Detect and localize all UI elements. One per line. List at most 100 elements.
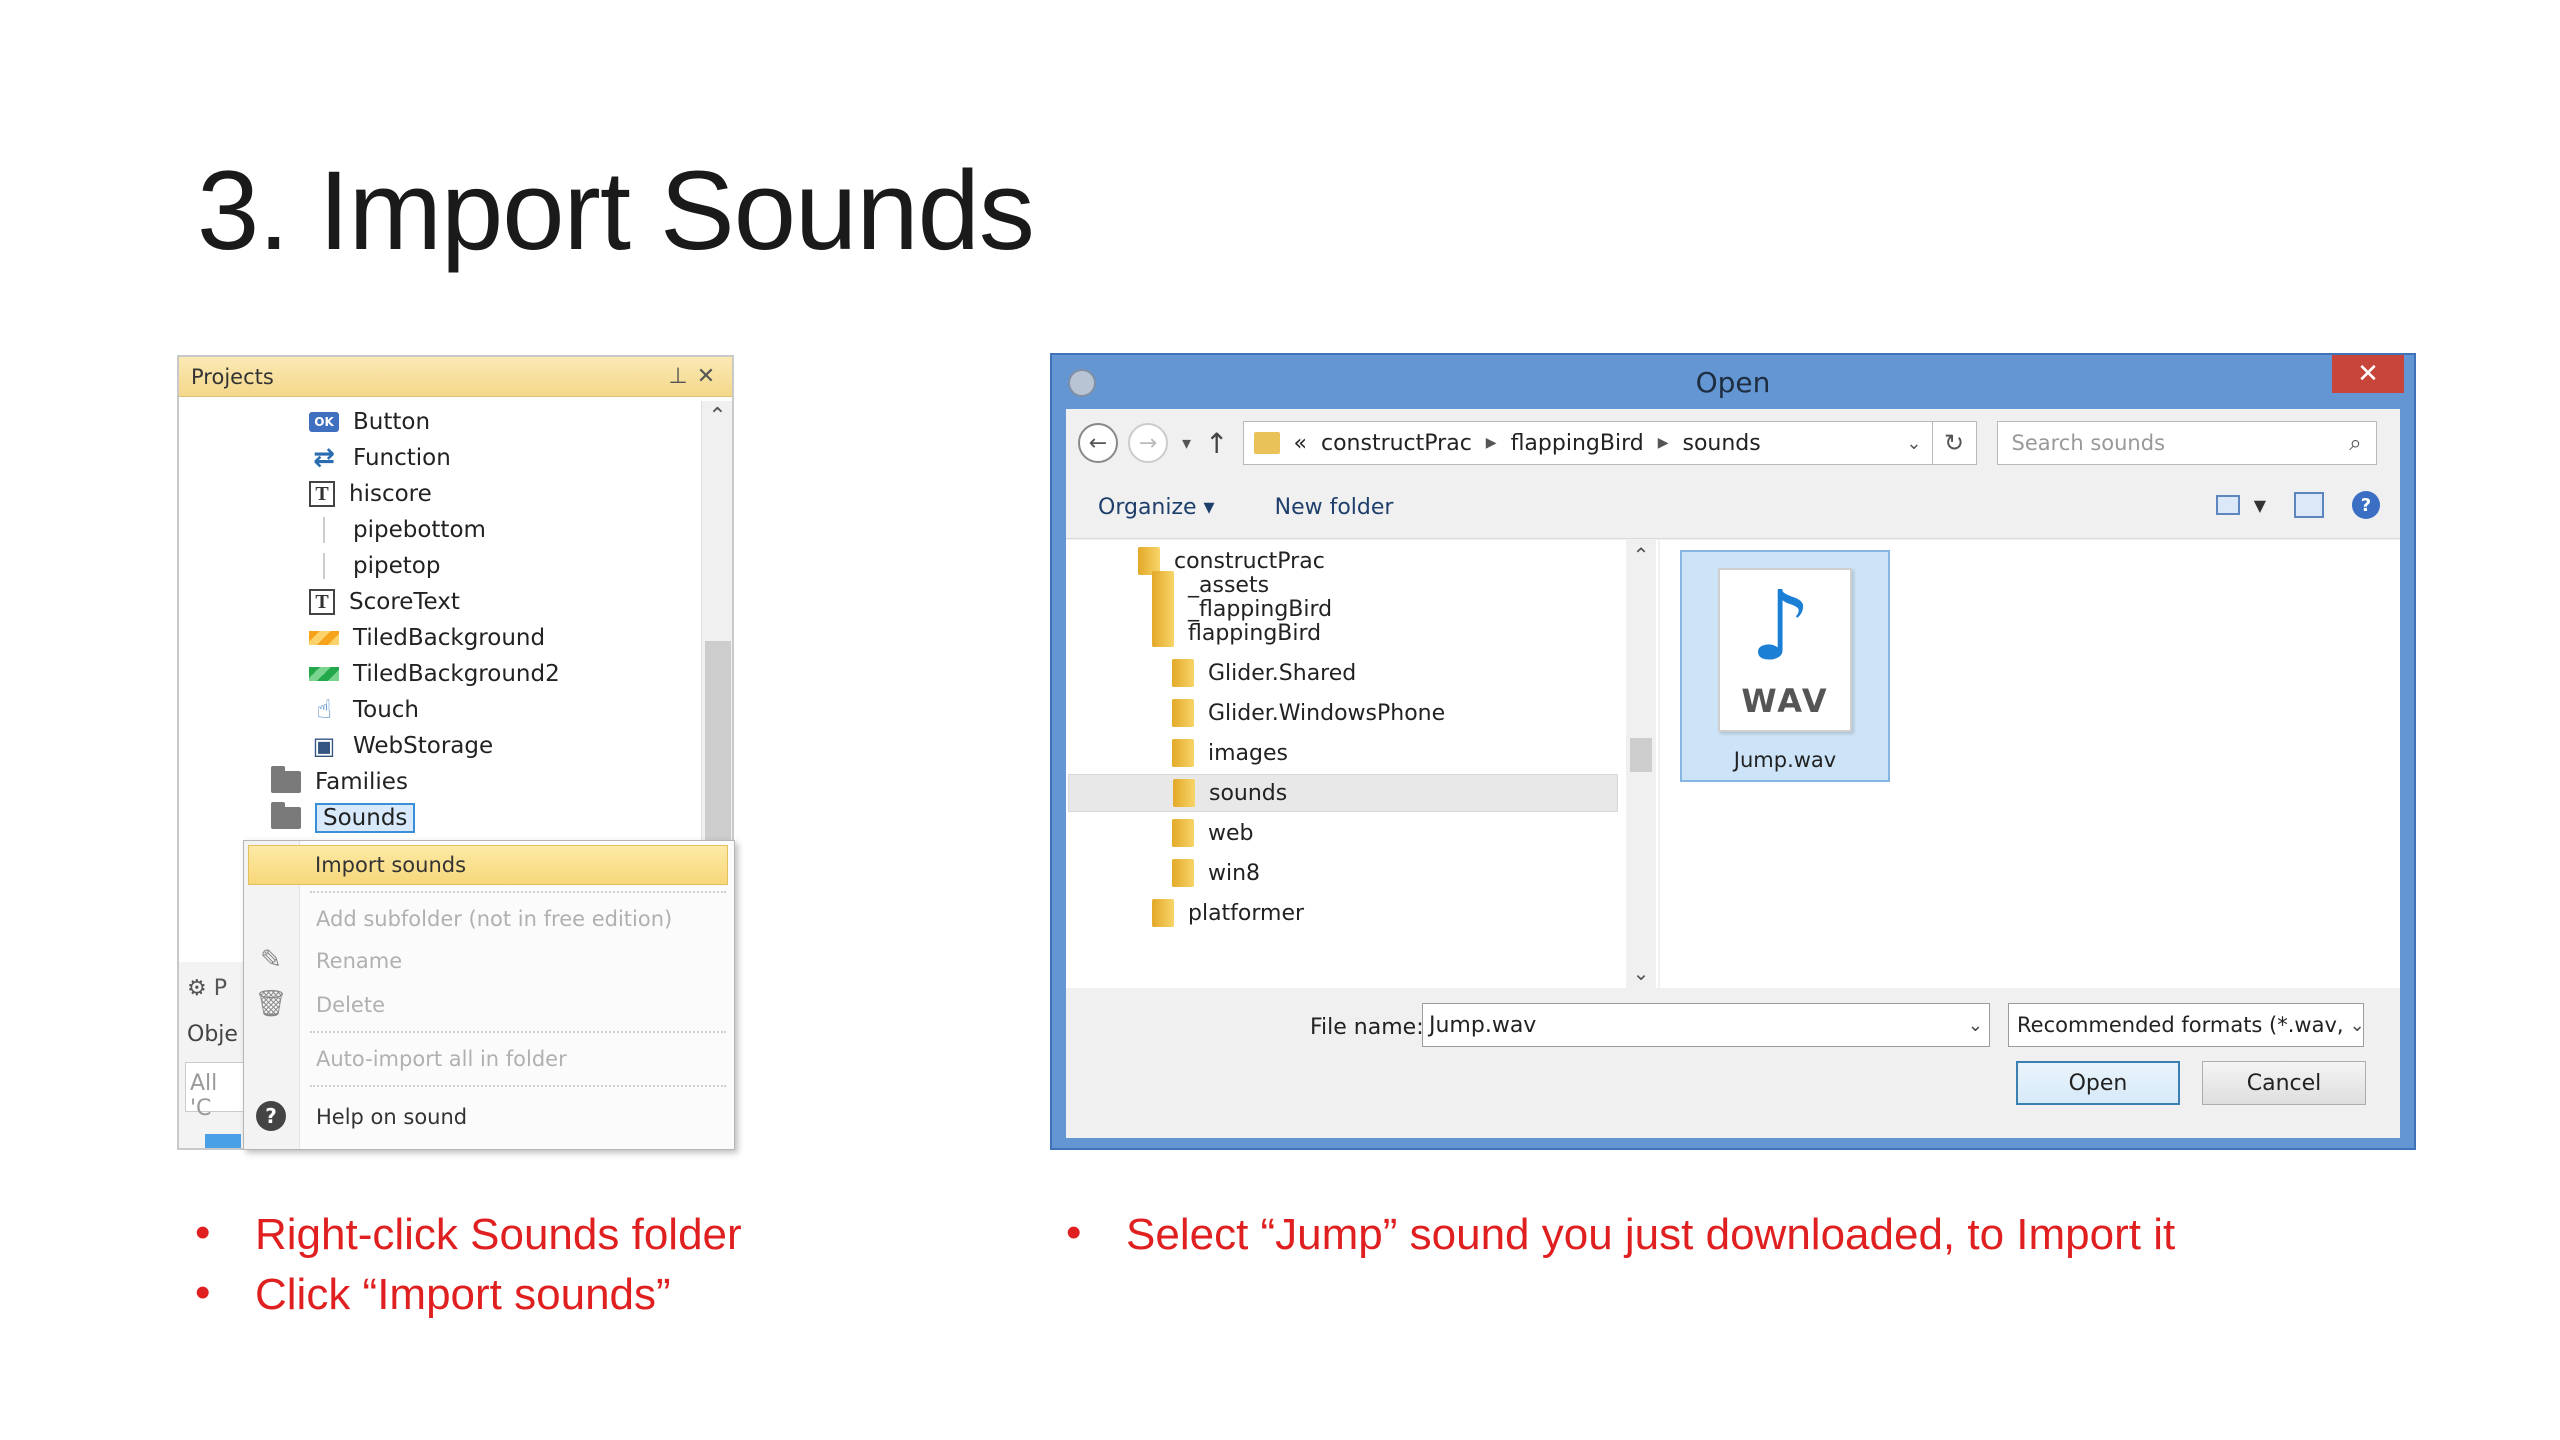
menu-item-label: Rename bbox=[316, 949, 403, 973]
tree-item-label: hiscore bbox=[349, 481, 432, 507]
tree-item-label: Button bbox=[353, 409, 431, 435]
breadcrumb-flappingbird[interactable]: flappingBird bbox=[1511, 431, 1644, 456]
instruction-bullet: Click “Import sounds” bbox=[195, 1268, 742, 1320]
menu-item-import-sounds[interactable]: Import sounds bbox=[248, 845, 728, 885]
chevron-up-icon[interactable]: ⌃ bbox=[1626, 540, 1656, 570]
back-arrow-icon[interactable]: ← bbox=[1078, 423, 1118, 463]
tree-item-touch[interactable]: ☝ Touch bbox=[309, 693, 419, 727]
dialog-title: Open bbox=[1695, 366, 1771, 399]
scrollbar-thumb[interactable] bbox=[1630, 738, 1652, 772]
properties-tab[interactable]: ⚙ P bbox=[187, 976, 227, 1001]
sprite-icon bbox=[323, 517, 325, 543]
new-folder-button[interactable]: New folder bbox=[1275, 495, 1394, 520]
folder-item-glider-windowsphone[interactable]: Glider.WindowsPhone bbox=[1172, 694, 1445, 732]
scrollbar-thumb[interactable] bbox=[705, 641, 731, 841]
recent-locations-chevron-icon[interactable]: ▾ bbox=[1182, 433, 1191, 454]
folder-item-win8[interactable]: win8 bbox=[1172, 854, 1260, 892]
menu-item-add-subfolder[interactable]: Add subfolder (not in free edition) bbox=[304, 899, 728, 939]
navigation-bar: ← → ▾ ↑ « constructPrac ▶ flappingBird ▶… bbox=[1066, 409, 2400, 477]
touch-icon: ☝ bbox=[316, 695, 332, 725]
folder-icon bbox=[271, 766, 301, 795]
forward-arrow-icon[interactable]: → bbox=[1128, 423, 1168, 463]
change-view-button[interactable]: ▼ bbox=[2215, 495, 2266, 515]
folder-label: platformer bbox=[1188, 900, 1305, 926]
open-button[interactable]: Open bbox=[2016, 1061, 2180, 1105]
folder-icon bbox=[1172, 819, 1194, 847]
breadcrumb-separator-icon[interactable]: ▶ bbox=[1486, 435, 1497, 451]
chevron-down-icon[interactable]: ⌄ bbox=[1906, 433, 1921, 454]
file-type-filter[interactable]: Recommended formats (*.wav, ⌄ bbox=[2008, 1003, 2364, 1047]
tree-item-webstorage[interactable]: ▣ WebStorage bbox=[309, 729, 493, 763]
menu-item-rename[interactable]: Rename bbox=[304, 941, 728, 981]
button-icon: OK bbox=[309, 412, 339, 432]
file-name-field[interactable]: Jump.wav ⌄ bbox=[1422, 1003, 1990, 1047]
tree-item-pipebottom[interactable]: pipebottom bbox=[309, 513, 486, 547]
close-icon[interactable]: ✕ bbox=[692, 364, 720, 389]
tree-item-families[interactable]: Families bbox=[271, 765, 408, 799]
search-icon: ⌕ bbox=[2349, 430, 2362, 456]
tree-item-hiscore[interactable]: T hiscore bbox=[309, 477, 432, 511]
tree-item-label: Families bbox=[315, 769, 408, 795]
folder-item-sounds[interactable]: sounds bbox=[1068, 774, 1618, 812]
folder-item-web[interactable]: web bbox=[1172, 814, 1254, 852]
tree-item-function[interactable]: ⇄ Function bbox=[309, 441, 451, 475]
tree-item-label: Touch bbox=[353, 697, 420, 723]
object-thumbnail[interactable] bbox=[205, 1134, 241, 1148]
up-arrow-icon[interactable]: ↑ bbox=[1205, 427, 1228, 460]
menu-item-delete[interactable]: Delete bbox=[304, 985, 728, 1025]
preview-pane-icon[interactable] bbox=[2294, 492, 2324, 518]
menu-item-auto-import[interactable]: Auto-import all in folder bbox=[304, 1039, 728, 1079]
help-icon[interactable]: ? bbox=[2352, 491, 2380, 519]
folder-label: Glider.WindowsPhone bbox=[1208, 700, 1446, 726]
view-icon bbox=[2215, 495, 2240, 515]
folder-item-glider-shared[interactable]: Glider.Shared bbox=[1172, 654, 1356, 692]
organize-button[interactable]: Organize ▾ bbox=[1098, 495, 1215, 520]
breadcrumb-sounds[interactable]: sounds bbox=[1682, 431, 1760, 456]
breadcrumb-overflow[interactable]: « bbox=[1294, 431, 1307, 456]
folder-item-flappingbird[interactable]: flappingBird bbox=[1152, 614, 1321, 652]
tree-item-tiledbackground2[interactable]: TiledBackground2 bbox=[309, 657, 560, 691]
close-button[interactable]: ✕ bbox=[2332, 355, 2404, 393]
cancel-button[interactable]: Cancel bbox=[2202, 1061, 2366, 1105]
menu-separator bbox=[310, 891, 726, 893]
tree-item-label: pipetop bbox=[353, 553, 441, 579]
file-item-jump-wav[interactable]: ♪ WAV Jump.wav bbox=[1680, 550, 1890, 782]
chevron-down-icon[interactable]: ⌄ bbox=[1968, 1015, 1983, 1036]
folder-item-platformer[interactable]: platformer bbox=[1152, 894, 1304, 932]
tree-item-label: ScoreText bbox=[349, 589, 460, 615]
search-input[interactable]: Search sounds ⌕ bbox=[1996, 421, 2377, 465]
folder-label: sounds bbox=[1209, 780, 1288, 806]
webstorage-icon: ▣ bbox=[312, 732, 336, 760]
folder-label: flappingBird bbox=[1188, 620, 1322, 646]
navigation-pane-scrollbar[interactable]: ⌃ ⌄ bbox=[1626, 540, 1656, 988]
breadcrumb-constructprac[interactable]: constructPrac bbox=[1321, 431, 1472, 456]
tree-item-scoretext[interactable]: T ScoreText bbox=[309, 585, 460, 619]
folder-icon bbox=[1253, 432, 1280, 454]
toolbar-right: ▼ ? bbox=[2215, 491, 2380, 519]
breadcrumb-separator-icon[interactable]: ▶ bbox=[1658, 435, 1669, 451]
folder-label: images bbox=[1208, 740, 1288, 766]
tree-item-pipetop[interactable]: pipetop bbox=[309, 549, 440, 583]
chevron-down-icon[interactable]: ⌄ bbox=[1626, 958, 1656, 988]
text-icon: T bbox=[309, 481, 335, 507]
address-bar[interactable]: « constructPrac ▶ flappingBird ▶ sounds … bbox=[1242, 421, 1933, 465]
folder-icon bbox=[271, 802, 301, 831]
folder-item-images[interactable]: images bbox=[1172, 734, 1288, 772]
dialog-body: ← → ▾ ↑ « constructPrac ▶ flappingBird ▶… bbox=[1066, 409, 2400, 1138]
objects-filter[interactable]: All 'C bbox=[185, 1062, 245, 1121]
tree-item-label: pipebottom bbox=[353, 517, 486, 543]
projects-panel-title: Projects bbox=[191, 364, 274, 389]
file-list: ♪ WAV Jump.wav bbox=[1660, 540, 2400, 988]
tree-item-sounds[interactable]: Sounds bbox=[271, 801, 416, 835]
tree-item-label: WebStorage bbox=[353, 733, 494, 759]
menu-item-help-on-sound[interactable]: Help on sound bbox=[304, 1097, 728, 1137]
chevron-up-icon[interactable]: ⌃ bbox=[702, 401, 732, 433]
refresh-icon[interactable]: ↻ bbox=[1932, 421, 1977, 465]
dialog-footer: File name: Jump.wav ⌄ Recommended format… bbox=[1066, 989, 2400, 1138]
tree-item-tiledbackground[interactable]: TiledBackground bbox=[309, 621, 545, 655]
pin-icon[interactable]: ⊥ bbox=[664, 364, 692, 389]
pencil-icon: ✎ bbox=[260, 945, 282, 975]
tree-item-button[interactable]: OK Button bbox=[309, 405, 430, 439]
file-type-filter-value: Recommended formats (*.wav, bbox=[2017, 1013, 2344, 1037]
instruction-bullet: Right-click Sounds folder bbox=[195, 1208, 742, 1260]
